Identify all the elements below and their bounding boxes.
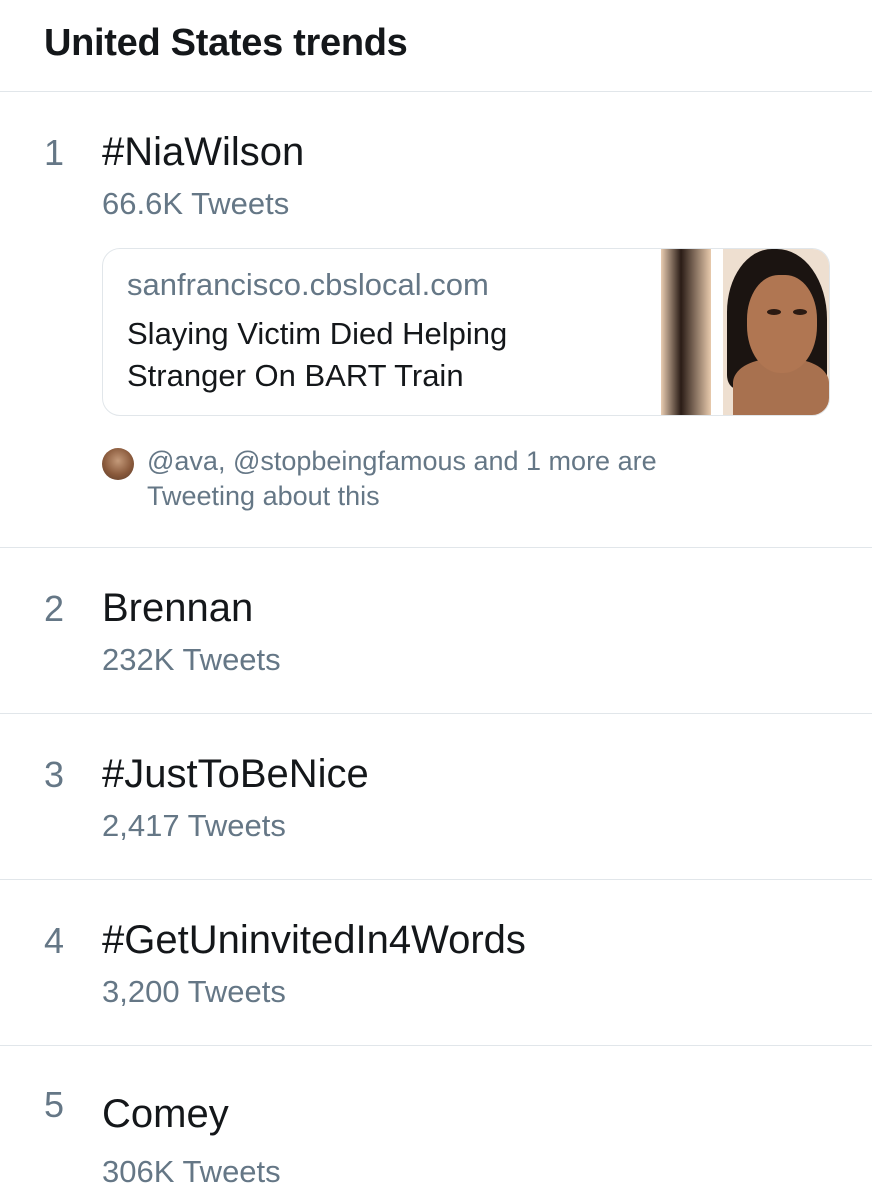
trend-rank: 3	[44, 754, 65, 795]
card-domain: sanfrancisco.cbslocal.com	[127, 267, 489, 302]
trend-name[interactable]: #GetUninvitedIn4Words	[102, 918, 526, 963]
link-preview-card[interactable]: sanfrancisco.cbslocal.com Slaying Victim…	[102, 248, 830, 416]
trends-header: United States trends	[0, 0, 872, 92]
trend-name[interactable]: #NiaWilson	[102, 130, 304, 175]
card-thumbnail-image	[661, 249, 829, 415]
trend-item-1[interactable]: 1 #NiaWilson 66.6K Tweets sanfrancisco.c…	[0, 92, 872, 548]
trend-name[interactable]: #JustToBeNice	[102, 752, 369, 797]
trend-tweet-count: 2,417 Tweets	[102, 808, 286, 843]
trend-tweet-count: 66.6K Tweets	[102, 186, 290, 221]
social-context-line-2: Tweeting about this	[147, 481, 380, 511]
avatar	[102, 448, 134, 480]
trend-name[interactable]: Brennan	[102, 586, 253, 631]
trend-name[interactable]: Comey	[102, 1092, 229, 1137]
trend-item-2[interactable]: 2 Brennan 232K Tweets	[0, 548, 872, 714]
social-context-line-1: @ava, @stopbeingfamous and 1 more are	[147, 446, 657, 476]
trend-item-3[interactable]: 3 #JustToBeNice 2,417 Tweets	[0, 714, 872, 880]
social-context-text: @ava, @stopbeingfamous and 1 more are Tw…	[147, 444, 767, 514]
page-title: United States trends	[44, 22, 408, 64]
trend-tweet-count: 3,200 Tweets	[102, 974, 286, 1009]
trend-item-5[interactable]: 5 Comey 306K Tweets	[0, 1046, 872, 1200]
trend-item-4[interactable]: 4 #GetUninvitedIn4Words 3,200 Tweets	[0, 880, 872, 1046]
trend-tweet-count: 306K Tweets	[102, 1154, 281, 1189]
thumbnail-left-panel	[661, 249, 711, 415]
trend-tweet-count: 232K Tweets	[102, 642, 281, 677]
trend-rank: 1	[44, 132, 65, 173]
trend-rank: 2	[44, 588, 65, 629]
trend-rank: 5	[44, 1084, 65, 1125]
thumbnail-portrait	[723, 249, 829, 415]
trend-rank: 4	[44, 920, 65, 961]
card-headline: Slaying Victim Died Helping Stranger On …	[127, 316, 508, 393]
